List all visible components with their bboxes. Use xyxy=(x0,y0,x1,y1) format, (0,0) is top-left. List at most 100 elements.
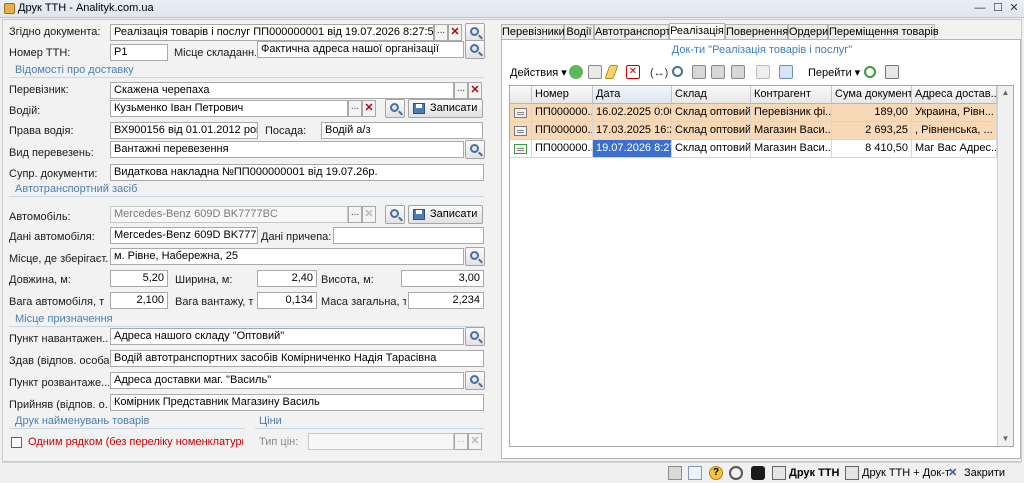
tab-carriers[interactable]: Перевізники xyxy=(501,24,565,40)
table-row[interactable]: ПП000000... 17.03.2025 16:2... Склад опт… xyxy=(510,122,997,140)
carrier-select-button[interactable]: ... xyxy=(454,82,468,99)
print-ttn-button[interactable]: Друк ТТН xyxy=(789,465,839,481)
export-icon[interactable] xyxy=(779,65,793,79)
table-row[interactable]: ПП000000... 19.07.2026 8:27... Склад опт… xyxy=(510,140,997,158)
refresh-icon[interactable] xyxy=(864,66,876,78)
trailer-field[interactable] xyxy=(333,227,484,244)
shipper-field[interactable]: Водій автотранспортних засобів Комірниче… xyxy=(110,350,484,367)
place-search-icon[interactable] xyxy=(465,40,485,59)
window-title: Друк ТТН - Analityk.com.ua xyxy=(18,2,154,14)
place-field[interactable]: Фактична адреса нашої організації xyxy=(257,41,464,58)
price-type-select-button[interactable]: ... xyxy=(454,433,468,450)
driver-select-button[interactable]: ... xyxy=(348,100,362,117)
scroll-down-icon[interactable]: ▼ xyxy=(1000,434,1011,443)
position-field[interactable]: Водій а/з xyxy=(321,122,483,139)
total-weight-label: Маса загальна, т: xyxy=(321,296,406,308)
filter-icon[interactable] xyxy=(692,65,706,79)
post-icon[interactable]: (↔) xyxy=(650,64,668,82)
add-icon[interactable] xyxy=(569,65,583,79)
license-field[interactable]: ВХ900156 від 01.01.2012 року xyxy=(110,122,258,139)
section-vehicle: Автотранспортний засіб xyxy=(15,183,138,195)
scroll-up-icon[interactable]: ▲ xyxy=(1000,88,1011,97)
cell-date-selected: 19.07.2026 8:27... xyxy=(593,140,672,158)
save-driver-button[interactable]: Записати xyxy=(408,99,483,118)
goto-menu[interactable]: Перейти ▾ xyxy=(808,64,860,82)
unload-point-field[interactable]: Адреса доставки маг. "Василь" xyxy=(110,372,464,389)
col-amount[interactable]: Сума документ... xyxy=(832,86,912,104)
section-destination: Місце призначення xyxy=(15,313,113,325)
col-warehouse[interactable]: Склад xyxy=(672,86,751,104)
delete-icon[interactable]: ✕ xyxy=(626,65,640,79)
price-type-clear-button[interactable]: ✕ xyxy=(468,433,482,450)
carrier-clear-button[interactable]: ✕ xyxy=(468,82,482,99)
tab-sales[interactable]: Реалізація xyxy=(669,23,725,40)
tab-drivers[interactable]: Водії xyxy=(564,24,594,40)
edit-icon[interactable] xyxy=(604,65,619,79)
tab-returns[interactable]: Повернення xyxy=(725,24,788,40)
actions-menu[interactable]: Действия ▾ xyxy=(510,64,567,82)
total-weight-field[interactable]: 2,234 xyxy=(408,292,484,309)
close-window-button[interactable]: ✕ xyxy=(1006,1,1022,16)
close-button[interactable]: Закрити xyxy=(964,465,1005,481)
doc-field[interactable]: Реалізація товарів і послуг ПП000000001 … xyxy=(110,24,434,41)
height-field[interactable]: 3,00 xyxy=(401,270,484,287)
sales-panel: Док-ти "Реалізація товарів і послуг" Дей… xyxy=(501,39,1021,459)
ttn-number-field[interactable]: Р1 xyxy=(110,44,168,61)
minimize-button[interactable]: — xyxy=(972,1,988,16)
carrier-field[interactable]: Скажена черепаха xyxy=(110,82,454,99)
save-car-button[interactable]: Записати xyxy=(408,205,483,224)
print-ttn-doc-button[interactable]: Друк ТТН + Док-т xyxy=(862,465,950,481)
price-type-field[interactable] xyxy=(308,433,454,450)
tab-transfers[interactable]: Переміщення товарів xyxy=(828,24,939,40)
maximize-button[interactable]: ☐ xyxy=(990,1,1006,16)
unload-point-label: Пункт розвантаже... xyxy=(9,377,109,389)
find-icon[interactable] xyxy=(672,66,683,77)
tab-vehicles[interactable]: Автотранспорт xyxy=(594,24,671,40)
cell-amount: 189,00 xyxy=(832,104,912,122)
doc-select-button[interactable]: ... xyxy=(434,24,448,41)
driver-field[interactable]: Кузьменко Іван Петрович xyxy=(110,100,348,117)
section-delivery: Відомості про доставку xyxy=(15,64,134,76)
driver-clear-button[interactable]: ✕ xyxy=(362,100,376,117)
receiver-field[interactable]: Комірник Представник Магазину Василь xyxy=(110,394,484,411)
help-icon[interactable]: ? xyxy=(709,466,723,480)
transport-type-search-icon[interactable] xyxy=(465,140,485,159)
cell-amount: 2 693,25 xyxy=(832,122,912,140)
col-counterparty[interactable]: Контрагент xyxy=(751,86,832,104)
cargo-weight-field[interactable]: 0,134 xyxy=(257,292,317,309)
car-clear-button[interactable]: ✕ xyxy=(362,206,376,223)
table-row[interactable]: ПП000000... 16.02.2025 0:00... Склад опт… xyxy=(510,104,997,122)
gear-icon[interactable] xyxy=(729,466,743,480)
load-point-search-icon[interactable] xyxy=(465,327,485,346)
tab-orders[interactable]: Ордери xyxy=(788,24,828,40)
col-number[interactable]: Номер xyxy=(532,86,593,104)
export-doc-icon[interactable] xyxy=(668,466,682,480)
unload-point-search-icon[interactable] xyxy=(465,371,485,390)
driver-search-icon[interactable] xyxy=(385,99,405,118)
car-search-icon[interactable] xyxy=(385,205,405,224)
cell-number: ПП000000... xyxy=(532,140,593,158)
table-scrollbar[interactable]: ▲ ▼ xyxy=(997,86,1013,446)
car-select-button[interactable]: ... xyxy=(348,206,362,223)
storage-field[interactable]: м. Рівне, Набережна, 25 xyxy=(110,248,464,265)
col-date[interactable]: Дата xyxy=(593,86,672,104)
width-field[interactable]: 2,40 xyxy=(257,270,317,287)
filter-menu-icon[interactable] xyxy=(731,65,745,79)
print-icon[interactable] xyxy=(885,65,899,79)
car-data-field[interactable]: Mercedes-Benz 609D BK7777BC xyxy=(110,227,258,244)
phone-icon[interactable] xyxy=(751,466,765,480)
filter-value-icon[interactable] xyxy=(711,65,725,79)
load-point-field[interactable]: Адреса нашого складу "Оптовий" xyxy=(110,328,464,345)
car-weight-field[interactable]: 2,100 xyxy=(110,292,168,309)
oneline-checkbox[interactable] xyxy=(11,437,22,448)
transport-type-field[interactable]: Вантажні перевезення xyxy=(110,141,464,158)
doc-clear-button[interactable]: ✕ xyxy=(448,24,462,41)
storage-search-icon[interactable] xyxy=(465,247,485,266)
car-field[interactable]: Mercedes-Benz 609D BK7777BC xyxy=(110,206,348,223)
docs-field[interactable]: Видаткова накладна №ПП000000001 від 19.0… xyxy=(110,164,484,181)
length-field[interactable]: 5,20 xyxy=(110,270,168,287)
clear-filter-icon[interactable] xyxy=(756,65,770,79)
reports-icon[interactable] xyxy=(688,466,702,480)
col-address[interactable]: Адреса достав... xyxy=(912,86,997,104)
copy-icon[interactable] xyxy=(588,65,602,79)
